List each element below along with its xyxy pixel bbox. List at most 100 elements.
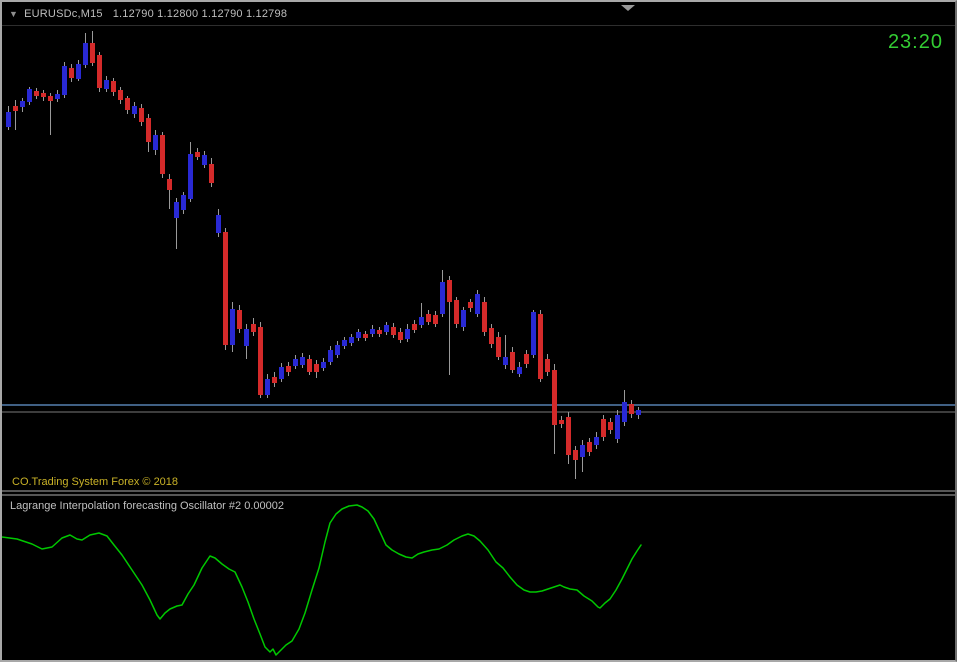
candle-body xyxy=(573,450,578,460)
candle-body xyxy=(125,98,130,110)
candle-body xyxy=(398,332,403,340)
chart-canvas[interactable] xyxy=(2,2,955,660)
candle-body xyxy=(384,325,389,332)
candle-body xyxy=(153,135,158,150)
candle-body xyxy=(174,202,179,218)
candle-body xyxy=(216,215,221,233)
candle-body xyxy=(118,90,123,100)
candle-body xyxy=(265,379,270,395)
candle-body xyxy=(223,232,228,345)
candle-body xyxy=(139,108,144,122)
candle-body xyxy=(279,367,284,379)
candle-body xyxy=(76,64,81,79)
candle-body xyxy=(342,340,347,346)
candle-body xyxy=(90,43,95,63)
candle-body xyxy=(419,317,424,325)
candle-body xyxy=(27,89,32,102)
candle-body xyxy=(146,118,151,142)
candle-body xyxy=(601,419,606,437)
oscillator-line xyxy=(2,504,642,656)
candle-body xyxy=(167,179,172,190)
candle-body xyxy=(202,155,207,165)
candle-body xyxy=(55,94,60,99)
candle-body xyxy=(321,362,326,368)
candle-body xyxy=(300,357,305,365)
candle-body xyxy=(6,112,11,127)
candle-body xyxy=(531,312,536,355)
candle-body xyxy=(230,309,235,345)
candle-body xyxy=(454,300,459,324)
candle-body xyxy=(258,327,263,395)
candle-body xyxy=(580,445,585,457)
candle-body xyxy=(615,415,620,439)
symbol-period-label: EURUSDc,M15 xyxy=(24,8,103,20)
candle-body xyxy=(34,91,39,96)
candle-body xyxy=(482,302,487,332)
candle-body xyxy=(111,81,116,92)
candle-body xyxy=(517,367,522,374)
candle-body xyxy=(566,417,571,455)
copyright-label: CO.Trading System Forex © 2018 xyxy=(12,476,179,488)
candle-body xyxy=(636,410,641,415)
candle-body xyxy=(20,101,25,107)
candle-body xyxy=(335,345,340,355)
candle-body xyxy=(272,377,277,383)
candle-body xyxy=(552,370,557,425)
candle-body xyxy=(475,294,480,314)
candle-body xyxy=(328,350,333,362)
candle-body xyxy=(48,96,53,101)
candle-body xyxy=(307,359,312,372)
candle-body xyxy=(209,164,214,183)
indicator-label: Lagrange Interpolation forecasting Oscil… xyxy=(10,500,284,512)
candle-body xyxy=(412,324,417,330)
candle-body xyxy=(468,302,473,308)
candle-body xyxy=(489,328,494,344)
candle-body xyxy=(356,332,361,338)
candle-body xyxy=(391,327,396,335)
candle-body xyxy=(559,420,564,424)
candle-body xyxy=(349,337,354,343)
collapse-triangle-icon[interactable]: ▼ xyxy=(9,9,18,19)
candle-body xyxy=(594,437,599,445)
candle-body xyxy=(440,282,445,314)
candle-body xyxy=(251,324,256,332)
candle-body xyxy=(104,80,109,89)
candle-body xyxy=(69,68,74,78)
candle-body xyxy=(447,280,452,302)
candle-body xyxy=(83,43,88,65)
candle-body xyxy=(587,442,592,452)
candle-body xyxy=(510,352,515,370)
candle-body xyxy=(160,135,165,174)
candle-body xyxy=(62,66,67,95)
candle-body xyxy=(503,357,508,365)
candle-body xyxy=(426,314,431,322)
candle-body xyxy=(363,334,368,338)
candle-body xyxy=(405,329,410,339)
candle-body xyxy=(377,330,382,334)
candle-body xyxy=(524,354,529,364)
candle-body xyxy=(496,337,501,357)
candle-body xyxy=(538,314,543,379)
ohlc-quotes-label: 1.12790 1.12800 1.12790 1.12798 xyxy=(112,8,288,20)
chart-title-bar: ▼ EURUSDc,M15 1.12790 1.12800 1.12790 1.… xyxy=(2,5,955,23)
chart-window: ▼ EURUSDc,M15 1.12790 1.12800 1.12790 1.… xyxy=(0,0,957,662)
candle-body xyxy=(293,359,298,366)
candle-body xyxy=(629,404,634,414)
candle-body xyxy=(433,315,438,324)
candle-body xyxy=(181,195,186,210)
candle-body xyxy=(244,329,249,346)
candle-body xyxy=(286,366,291,372)
candle-body xyxy=(545,359,550,372)
candle-body xyxy=(608,422,613,430)
candle-body xyxy=(461,310,466,327)
candle-body xyxy=(41,93,46,97)
candle-body xyxy=(188,154,193,199)
candle-body xyxy=(237,310,242,329)
candle-body xyxy=(314,364,319,372)
title-separator xyxy=(2,25,955,26)
candle-body xyxy=(370,329,375,334)
candle-body xyxy=(195,152,200,157)
candle-body xyxy=(132,106,137,114)
clock-indicator: 23:20 xyxy=(887,31,943,53)
candle-body xyxy=(622,402,627,422)
